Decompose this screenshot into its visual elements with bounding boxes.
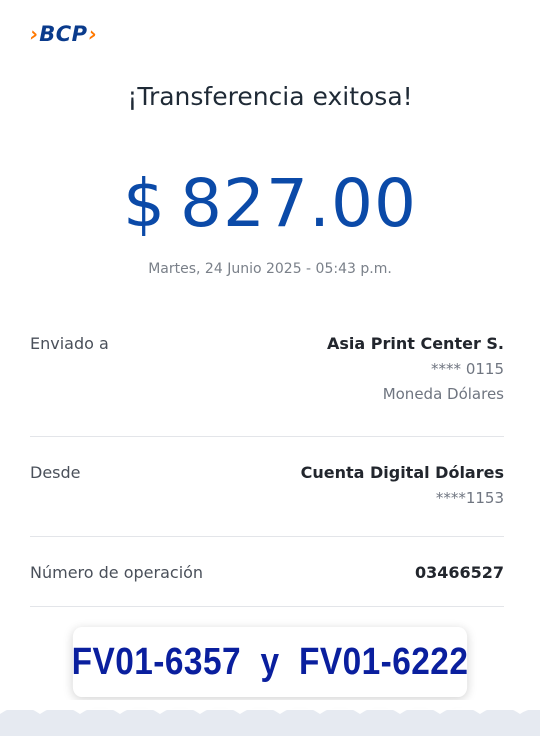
recipient-name: Asia Print Center S. — [326, 334, 504, 353]
from-values: Cuenta Digital Dólares ****1153 — [301, 463, 504, 507]
from-label: Desde — [30, 463, 81, 482]
transfer-date: Martes, 24 Junio 2025 - 05:43 p.m. — [148, 261, 392, 277]
transfer-amount: $827.00 — [0, 165, 540, 242]
page-title: ¡Transferencia exitosa! — [127, 82, 413, 111]
sent-to-row: Enviado a Asia Print Center S. **** 0115… — [30, 334, 504, 403]
operation-label: Número de operación — [30, 563, 204, 582]
source-account-name: Cuenta Digital Dólares — [300, 463, 504, 482]
recipient-account: **** 0115 — [431, 360, 504, 378]
amount-value: 827.00 — [180, 165, 417, 242]
divider — [30, 606, 504, 607]
divider — [30, 436, 504, 437]
chevron-left-logo-icon: › — [30, 22, 39, 46]
operation-values: 03466527 — [415, 563, 504, 582]
sent-to-label: Enviado a — [30, 334, 109, 353]
receipt-torn-edge — [0, 700, 540, 736]
from-row: Desde Cuenta Digital Dólares ****1153 — [30, 463, 504, 507]
recipient-currency: Moneda Dólares — [382, 385, 504, 403]
currency-symbol: $ — [123, 165, 167, 242]
invoice-note-banner: FV01-6357 y FV01-6222 — [71, 627, 469, 697]
bcp-logo: › BCP › — [30, 22, 97, 46]
operation-number: 03466527 — [414, 563, 504, 582]
brand-name: BCP — [39, 22, 88, 46]
receipt-page: › BCP › ¡Transferencia exitosa! $827.00 … — [0, 0, 540, 736]
operation-row: Número de operación 03466527 — [30, 563, 504, 582]
sent-to-values: Asia Print Center S. **** 0115 Moneda Dó… — [327, 334, 504, 403]
divider — [30, 536, 504, 537]
chevron-right-logo-icon: › — [88, 22, 97, 46]
source-account-number: ****1153 — [435, 489, 504, 507]
invoice-note-text: FV01-6357 y FV01-6222 — [71, 640, 469, 683]
